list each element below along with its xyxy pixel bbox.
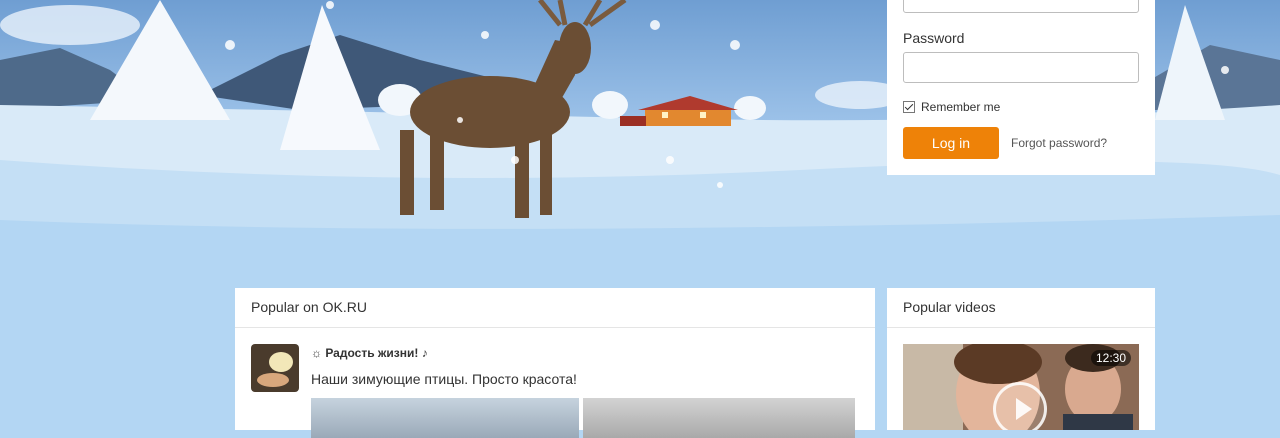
video-thumbnail[interactable]: 12:30	[903, 344, 1139, 430]
popular-videos-title: Popular videos	[887, 288, 1155, 328]
video-duration: 12:30	[1090, 350, 1131, 366]
password-label: Password	[903, 30, 965, 46]
forgot-password-link[interactable]: Forgot password?	[1011, 136, 1107, 150]
remember-me-row[interactable]: Remember me	[903, 100, 1000, 114]
group-avatar[interactable]	[251, 344, 299, 392]
login-button[interactable]: Log in	[903, 127, 999, 159]
group-name-link[interactable]: ☼ Радость жизни! ♪	[311, 346, 428, 360]
login-field[interactable]	[903, 0, 1139, 13]
popular-videos-card: Popular videos 12:30	[887, 288, 1155, 430]
post-photo[interactable]	[311, 398, 579, 438]
post-photo[interactable]	[583, 398, 855, 438]
play-icon[interactable]	[993, 382, 1047, 430]
password-field[interactable]	[903, 52, 1139, 83]
popular-feed-title: Popular on OK.RU	[235, 288, 875, 328]
checkmark-icon[interactable]	[903, 101, 915, 113]
post-text: Наши зимующие птицы. Просто красота!	[311, 371, 577, 387]
remember-me-label: Remember me	[921, 100, 1001, 114]
login-panel: Password Remember me Log in Forgot passw…	[887, 0, 1155, 175]
popular-feed-card: Popular on OK.RU ☼ Радость жизни! ♪ Наши…	[235, 288, 875, 438]
